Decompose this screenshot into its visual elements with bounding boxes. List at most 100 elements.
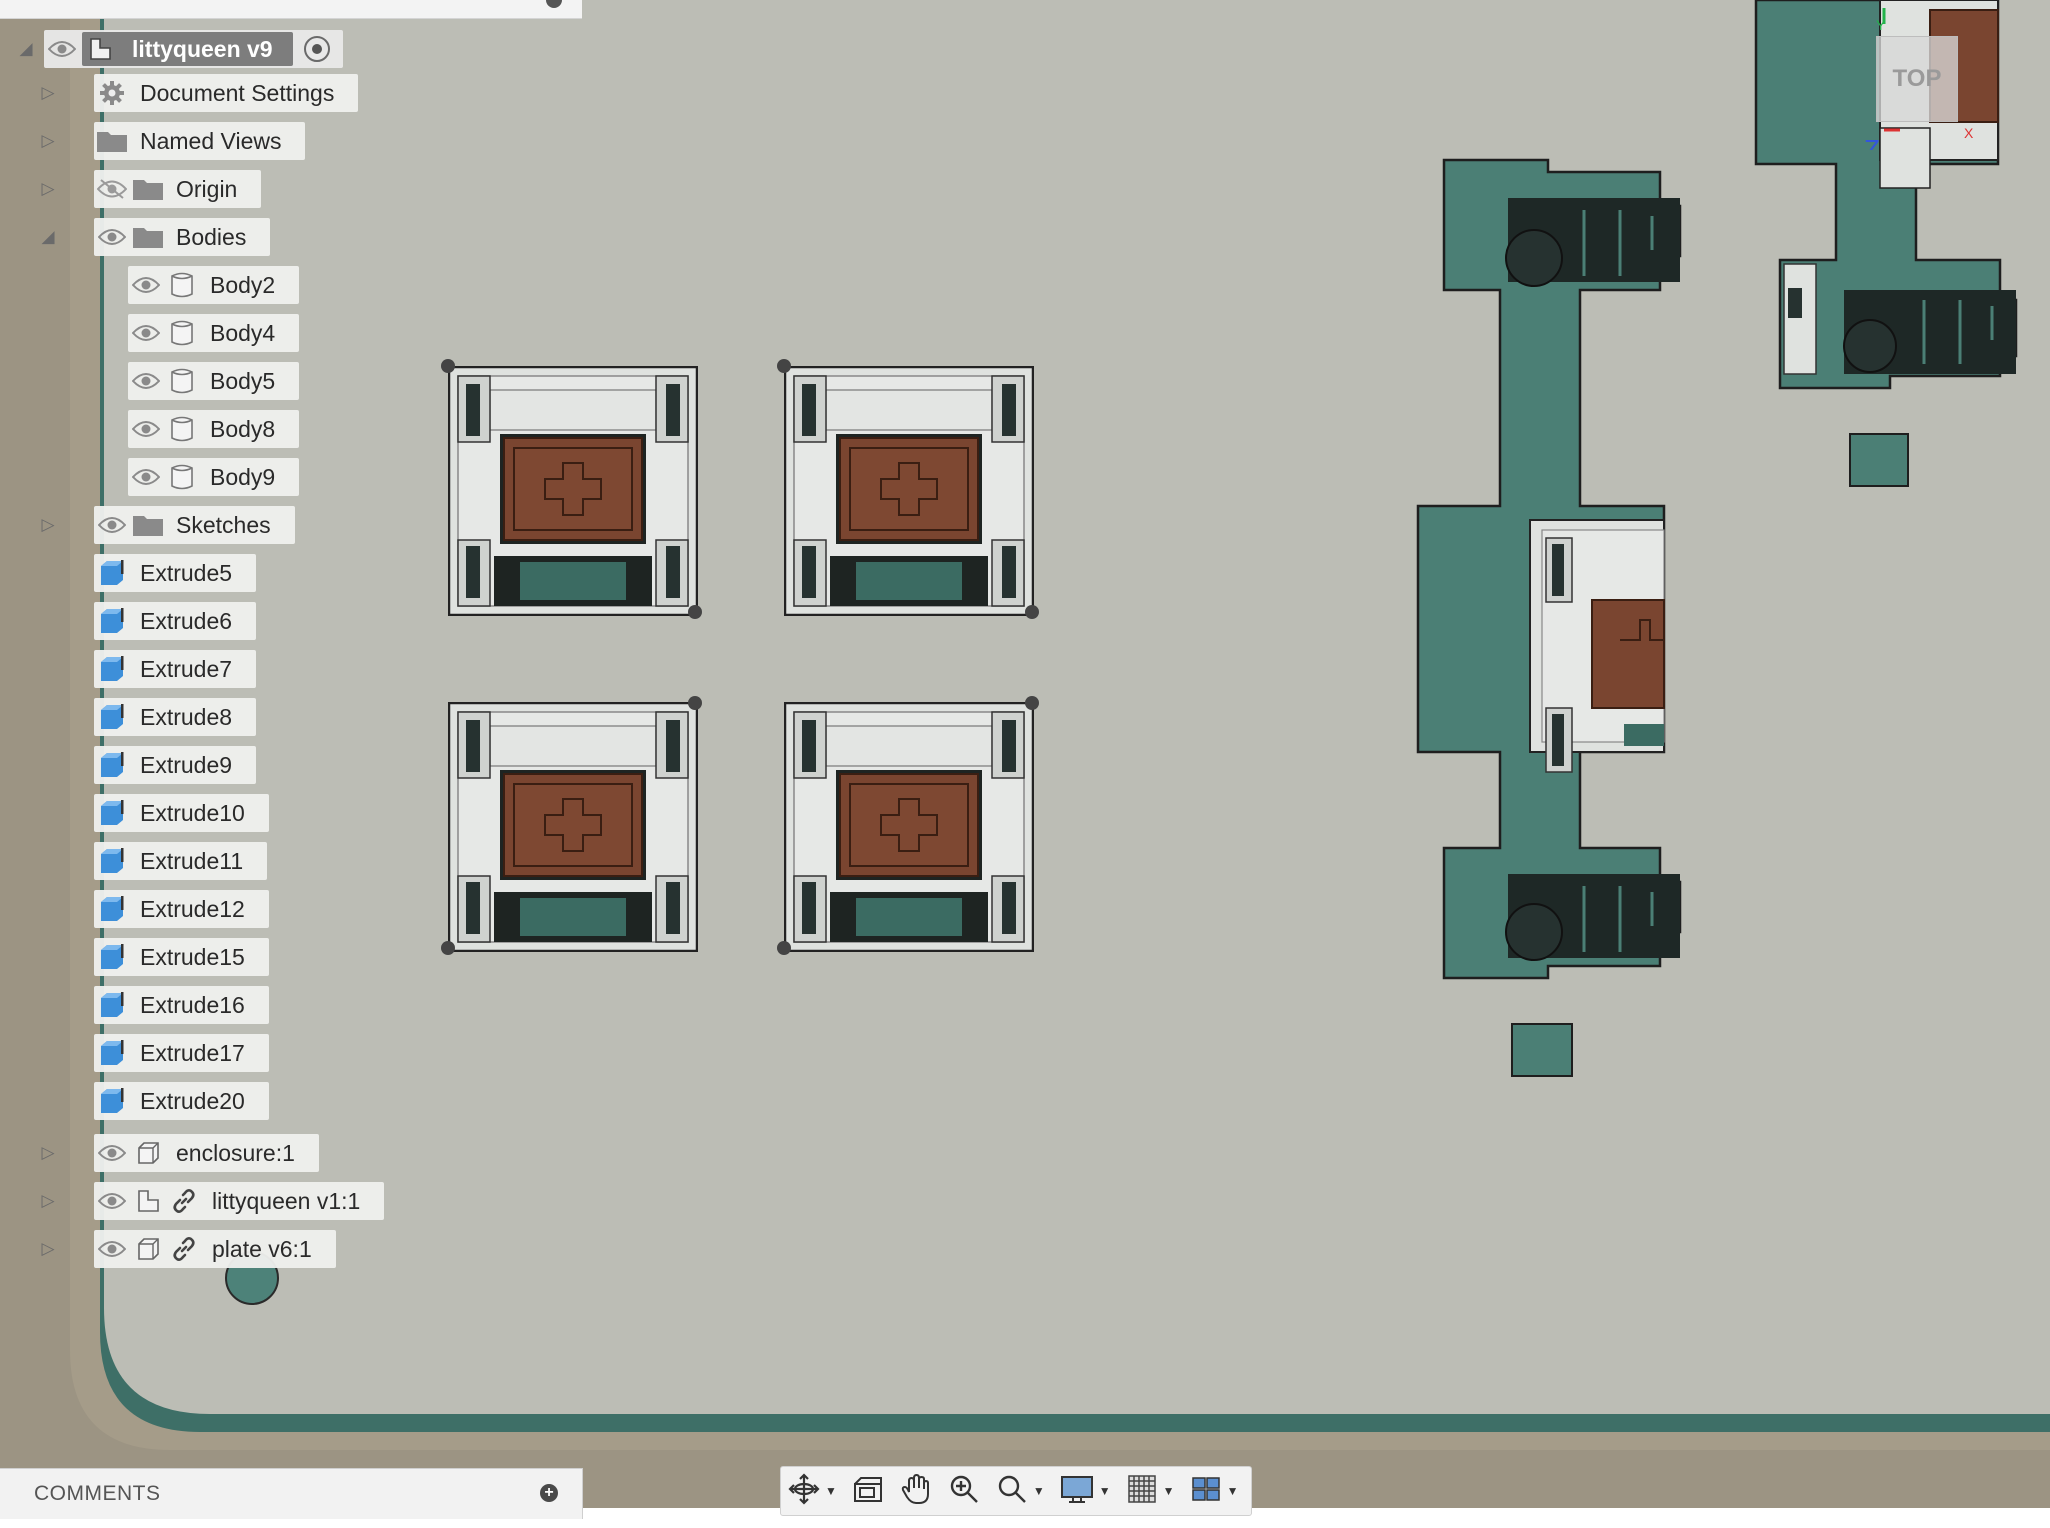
tree-item-label: Extrude12 — [140, 895, 245, 922]
tree-item-body[interactable]: Body2 — [128, 266, 300, 304]
tree-item-feature[interactable]: Extrude17 — [94, 1034, 269, 1072]
tree-item-feature[interactable]: Extrude8 — [94, 698, 257, 736]
tree-item-feature[interactable]: Extrude6 — [94, 602, 257, 640]
extrude-icon — [94, 746, 130, 784]
tree-item-component-plate[interactable]: plate v6:1 — [94, 1230, 336, 1268]
expand-arrow[interactable]: ▷ — [38, 122, 58, 160]
look-at-tool[interactable] — [851, 1469, 885, 1513]
orbit-tool[interactable]: ▼ — [787, 1469, 837, 1513]
tree-item-label: Extrude6 — [140, 607, 233, 634]
collapse-arrow[interactable]: ◢ — [38, 218, 58, 256]
look-at-icon — [851, 1472, 885, 1511]
expand-arrow[interactable]: ▷ — [38, 1134, 58, 1172]
tree-item-body[interactable]: Body8 — [128, 410, 300, 448]
tree-root-littyqueen[interactable]: littyqueen v9 — [44, 30, 343, 68]
body-icon — [164, 458, 200, 496]
tree-item-label: Body8 — [210, 415, 276, 442]
eye-icon[interactable] — [128, 410, 164, 448]
extrude-icon — [94, 986, 130, 1024]
tree-item-label: Extrude15 — [140, 943, 245, 970]
key-switch[interactable] — [784, 702, 1034, 952]
fit-tool[interactable]: ▼ — [995, 1469, 1045, 1513]
folder-icon — [130, 218, 166, 256]
extrude-icon — [94, 794, 130, 832]
eye-icon[interactable] — [44, 30, 80, 68]
eye-icon[interactable] — [128, 266, 164, 304]
eye-hidden-icon[interactable] — [94, 170, 130, 208]
viewports-icon — [1189, 1472, 1223, 1511]
chevron-down-icon[interactable]: ▼ — [825, 1484, 837, 1498]
expand-arrow[interactable]: ▷ — [38, 1182, 58, 1220]
navigation-toolbar: ▼ ▼ ▼ ▼ ▼ — [780, 1466, 1252, 1516]
tree-item-label: Document Settings — [140, 79, 335, 106]
component-icon — [130, 1134, 166, 1172]
tree-item-feature[interactable]: Extrude10 — [94, 794, 269, 832]
extrude-icon — [94, 554, 130, 592]
tree-item-body[interactable]: Body4 — [128, 314, 300, 352]
eye-icon[interactable] — [94, 218, 130, 256]
eye-icon[interactable] — [94, 506, 130, 544]
tree-item-label: Body2 — [210, 271, 276, 298]
expand-arrow[interactable]: ▷ — [38, 170, 58, 208]
chevron-down-icon[interactable]: ▼ — [1163, 1484, 1175, 1498]
zoom-tool[interactable] — [947, 1469, 981, 1513]
tree-item-body[interactable]: Body9 — [128, 458, 300, 496]
extrude-icon — [94, 1034, 130, 1072]
body-icon — [164, 362, 200, 400]
expand-arrow[interactable]: ▷ — [38, 506, 58, 544]
tree-item-label: Extrude8 — [140, 703, 233, 730]
tree-item-component-enclosure[interactable]: enclosure:1 — [94, 1134, 319, 1172]
tree-item-document-settings[interactable]: Document Settings — [94, 74, 359, 112]
eye-icon[interactable] — [94, 1134, 130, 1172]
active-component[interactable]: littyqueen v9 — [82, 32, 293, 66]
collapse-root-arrow[interactable]: ◢ — [16, 30, 36, 68]
viewports-tool[interactable]: ▼ — [1189, 1469, 1239, 1513]
tree-item-named-views[interactable]: Named Views — [94, 122, 306, 160]
grid-settings-tool[interactable]: ▼ — [1125, 1469, 1175, 1513]
tree-item-feature[interactable]: Extrude12 — [94, 890, 269, 928]
tree-item-body[interactable]: Body5 — [128, 362, 300, 400]
folder-icon — [130, 170, 166, 208]
activate-radio-icon[interactable] — [299, 30, 335, 68]
add-comment-icon[interactable]: + — [540, 1484, 558, 1502]
tree-item-label: littyqueen v1:1 — [212, 1187, 361, 1214]
expand-arrow[interactable]: ▷ — [38, 1230, 58, 1268]
comments-panel[interactable]: COMMENTS + — [0, 1468, 583, 1519]
chevron-down-icon[interactable]: ▼ — [1227, 1484, 1239, 1498]
tree-item-feature[interactable]: Extrude11 — [94, 842, 268, 880]
browser-header-button[interactable] — [546, 0, 562, 8]
comments-title: COMMENTS — [34, 1482, 161, 1505]
pan-tool[interactable] — [899, 1469, 933, 1513]
folder-icon — [130, 506, 166, 544]
eye-icon[interactable] — [94, 1182, 130, 1220]
axis-x-label: X — [1964, 125, 1974, 141]
tree-item-component-littyqueen-v1[interactable]: littyqueen v1:1 — [94, 1182, 385, 1220]
zoom-icon — [947, 1472, 981, 1511]
tree-item-label: Extrude9 — [140, 751, 233, 778]
tree-item-label: Body4 — [210, 319, 276, 346]
display-settings-tool[interactable]: ▼ — [1059, 1469, 1111, 1513]
tree-item-label: Extrude17 — [140, 1039, 245, 1066]
key-switch[interactable] — [784, 366, 1034, 616]
eye-icon[interactable] — [128, 458, 164, 496]
eye-icon[interactable] — [94, 1230, 130, 1268]
tree-item-feature[interactable]: Extrude15 — [94, 938, 269, 976]
chevron-down-icon[interactable]: ▼ — [1099, 1484, 1111, 1498]
tree-item-origin[interactable]: Origin — [94, 170, 262, 208]
tree-item-label: Sketches — [176, 511, 271, 538]
tree-item-feature[interactable]: Extrude16 — [94, 986, 269, 1024]
expand-arrow[interactable]: ▷ — [38, 74, 58, 112]
tree-item-feature[interactable]: Extrude5 — [94, 554, 257, 592]
tree-item-feature[interactable]: Extrude7 — [94, 650, 257, 688]
tree-item-label: Extrude11 — [140, 847, 244, 874]
grid-icon — [1125, 1472, 1159, 1511]
chevron-down-icon[interactable]: ▼ — [1033, 1484, 1045, 1498]
tree-item-feature[interactable]: Extrude9 — [94, 746, 257, 784]
tree-item-label: Extrude5 — [140, 559, 233, 586]
tree-item-sketches[interactable]: Sketches — [94, 506, 295, 544]
eye-icon[interactable] — [128, 314, 164, 352]
eye-icon[interactable] — [128, 362, 164, 400]
tree-item-feature[interactable]: Extrude20 — [94, 1082, 269, 1120]
tree-item-bodies[interactable]: Bodies — [94, 218, 271, 256]
tree-item-label: plate v6:1 — [212, 1235, 312, 1262]
